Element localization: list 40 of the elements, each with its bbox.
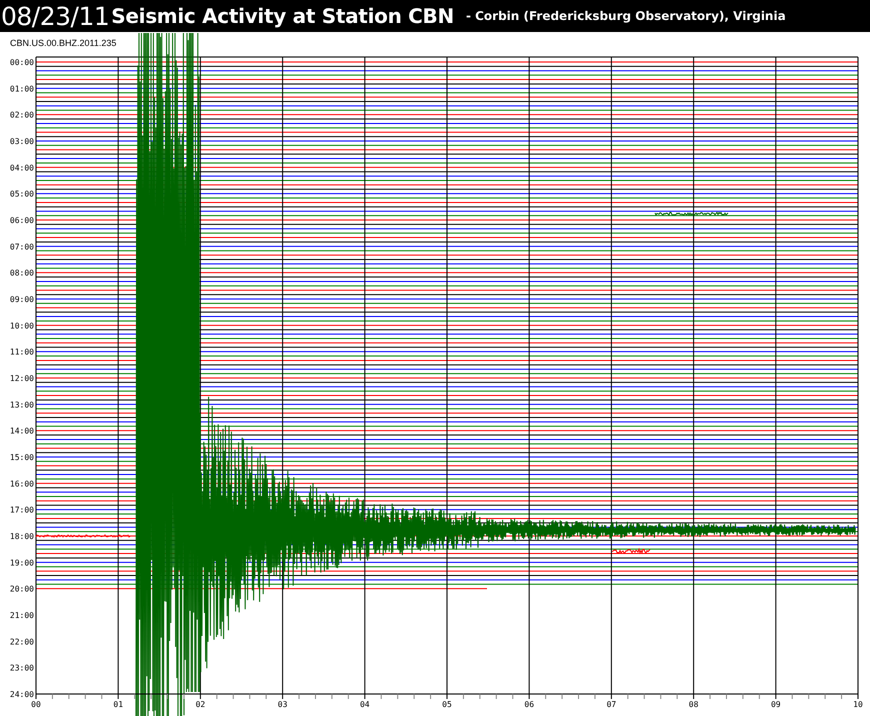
minute-label: 08: [688, 700, 698, 709]
hour-label: 16:00: [10, 479, 34, 488]
hour-label: 19:00: [10, 558, 34, 568]
minute-label: 01: [113, 700, 124, 709]
hour-label: 00:00: [10, 58, 34, 67]
hour-label: 03:00: [10, 137, 34, 146]
hour-label: 01:00: [10, 84, 34, 94]
hour-label: 14:00: [10, 426, 34, 436]
minute-label: 02: [196, 700, 206, 709]
page-title: Seismic Activity at Station CBN: [111, 4, 454, 28]
minute-label: 06: [524, 700, 534, 709]
minute-label: 04: [360, 700, 370, 709]
hour-label: 20:00: [10, 584, 34, 594]
hour-label: 11:00: [10, 348, 34, 357]
hour-label: 06:00: [10, 216, 34, 225]
location-label: - Corbin (Fredericksburg Observatory), Virginia: [466, 9, 786, 23]
hour-label: 04:00: [10, 163, 34, 172]
hour-label: 05:00: [10, 190, 34, 199]
channel-label: CBN.US.00.BHZ.2011.235: [10, 38, 116, 48]
minute-label: 03: [278, 700, 288, 709]
hour-label: 15:00: [10, 453, 34, 462]
hour-label: 08:00: [10, 268, 34, 278]
hour-label: 22:00: [10, 637, 34, 646]
hour-label: 13:00: [10, 400, 34, 410]
hour-label: 23:00: [10, 664, 34, 673]
minute-label: 05: [442, 700, 452, 709]
hour-label: 09:00: [10, 295, 34, 304]
hour-label: 17:00: [10, 506, 34, 515]
hour-label: 24:00: [10, 690, 34, 699]
minute-label: 00: [31, 700, 41, 709]
hour-label: 12:00: [10, 374, 34, 383]
hour-label: 02:00: [10, 110, 34, 120]
minute-label: 10: [853, 700, 863, 709]
hour-label: 10:00: [10, 321, 34, 330]
hour-label: 07:00: [10, 242, 34, 252]
hour-label: 21:00: [10, 611, 34, 620]
date-label: 08/23/11: [0, 2, 110, 30]
minute-label: 09: [770, 700, 781, 709]
minute-label: 07: [606, 700, 616, 709]
hour-label: 18:00: [10, 532, 34, 541]
